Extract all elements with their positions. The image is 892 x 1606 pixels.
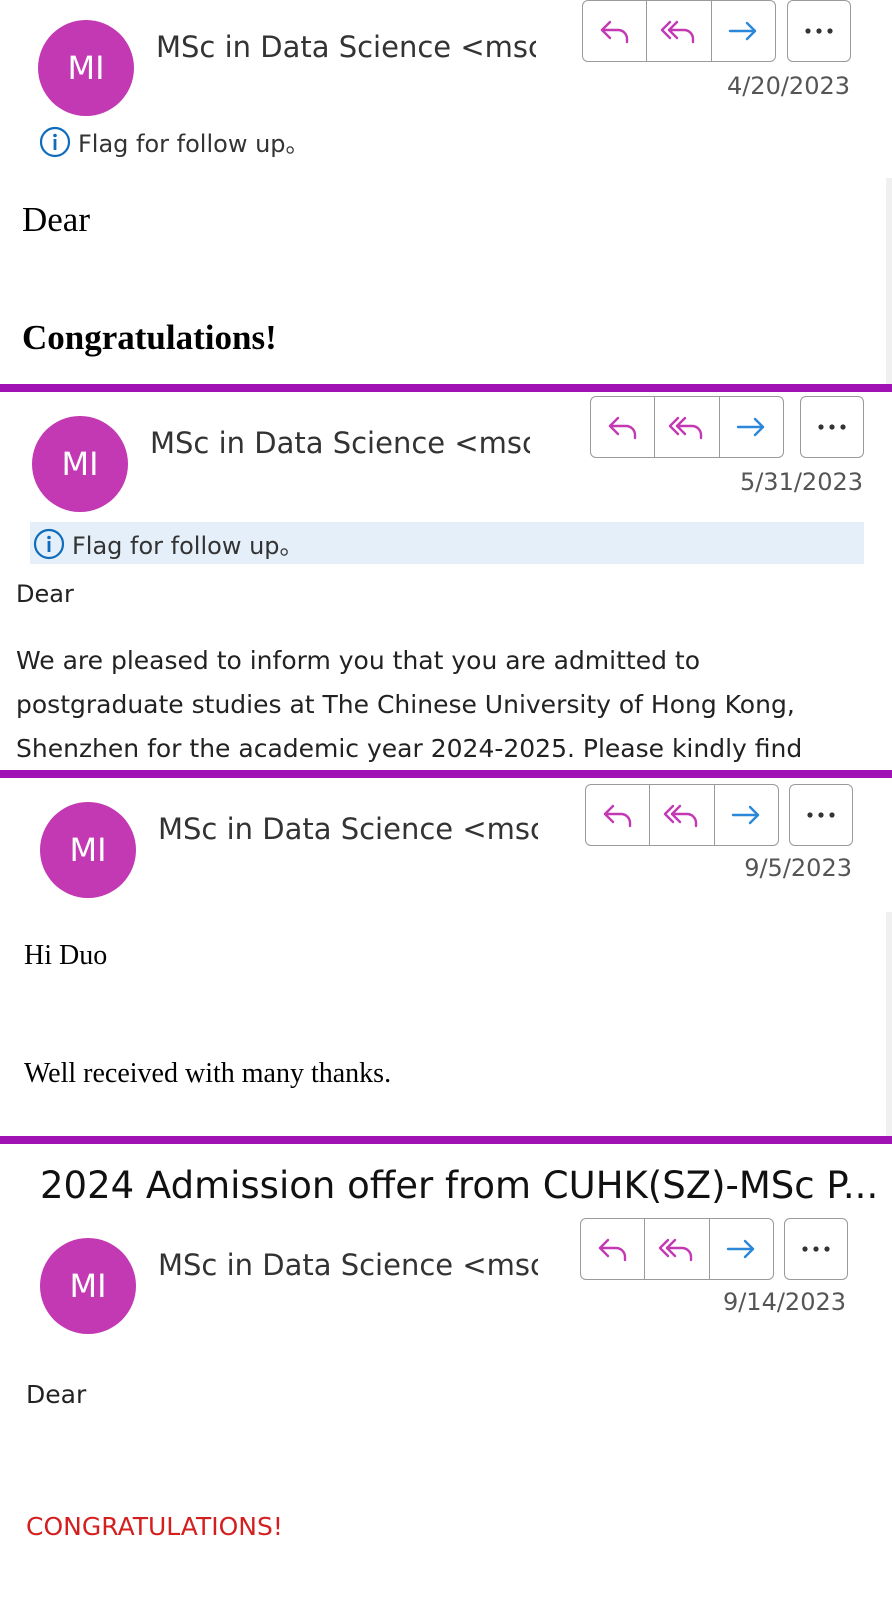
more-button[interactable] [789,784,853,846]
body-congratulations: Congratulations! [22,318,277,357]
reply-all-button[interactable] [645,1219,710,1279]
body-line-1: Well received with many thanks. [24,1058,392,1089]
scrollbar[interactable] [886,912,892,1136]
more-button[interactable] [800,396,864,458]
body-greeting: Dear [16,580,74,608]
divider [0,1136,892,1144]
body-congratulations: CONGRATULATIONS! [26,1512,283,1541]
reply-button[interactable] [581,1219,646,1279]
more-icon [802,1246,830,1252]
reply-icon [608,416,636,440]
info-icon [32,527,66,561]
reply-all-icon [668,416,703,440]
forward-button[interactable] [720,397,783,457]
reply-all-icon [663,804,698,828]
more-button[interactable] [784,1218,848,1280]
message-actions [590,396,784,458]
body-greeting: Hi Duo [24,940,108,971]
avatar[interactable]: MI [40,802,136,898]
avatar[interactable]: MI [38,20,134,116]
forward-icon [727,1239,755,1259]
body-line-3: Shenzhen for the academic year 2024-2025… [16,734,803,763]
divider [0,384,892,392]
reply-icon [598,1238,626,1262]
flag-text: Flag for follow up。 [78,130,310,158]
message-actions [580,1218,774,1280]
body-line-2: postgraduate studies at The Chinese Univ… [16,690,795,719]
body-line-1: We are pleased to inform you that you ar… [16,646,701,675]
info-icon [38,125,72,159]
reply-all-button[interactable] [655,397,720,457]
more-icon [805,28,833,34]
forward-button[interactable] [712,1,775,61]
email-panel-2: MI MSc in Data Science <msc 5/31/2023 Fl… [0,392,892,770]
scrollbar[interactable] [886,178,892,388]
reply-button[interactable] [586,785,651,845]
avatar[interactable]: MI [32,416,128,512]
reply-icon [600,20,628,44]
reply-all-button[interactable] [650,785,715,845]
email-date: 4/20/2023 [726,72,850,100]
sender-name[interactable]: MSc in Data Science <msc [150,426,530,460]
avatar[interactable]: MI [40,1238,136,1334]
forward-button[interactable] [710,1219,773,1279]
sender-name[interactable]: MSc in Data Science <msc [158,812,538,846]
more-icon [818,424,846,430]
email-panel-3: MI MSc in Data Science <msc 9/5/2023 Hi … [0,778,892,1136]
body-greeting: Dear [26,1380,87,1409]
email-date: 9/5/2023 [744,854,852,882]
reply-button[interactable] [583,1,648,61]
forward-icon [729,21,757,41]
forward-button[interactable] [715,785,778,845]
reply-icon [603,804,631,828]
email-panel-4: 2024 Admission offer from CUHK(SZ)-MSc P… [0,1144,892,1606]
email-date: 5/31/2023 [739,468,863,496]
sender-name[interactable]: MSc in Data Science <msc [158,1248,538,1282]
divider [0,770,892,778]
flag-notice[interactable]: Flag for follow up。 [32,526,304,561]
reply-all-icon [660,20,695,44]
email-date: 9/14/2023 [722,1288,846,1316]
email-subject: 2024 Admission offer from CUHK(SZ)-MSc P… [40,1164,879,1207]
flag-notice[interactable]: Flag for follow up。 [38,124,310,159]
reply-button[interactable] [591,397,656,457]
forward-icon [732,805,760,825]
flag-text: Flag for follow up。 [72,532,304,560]
body-greeting: Dear [22,200,91,239]
reply-all-button[interactable] [647,1,712,61]
more-button[interactable] [787,0,851,62]
forward-icon [737,417,765,437]
message-actions [585,784,779,846]
reply-all-icon [658,1238,693,1262]
sender-name[interactable]: MSc in Data Science <msc [156,30,536,64]
more-icon [807,812,835,818]
message-actions [582,0,776,62]
email-panel-1: MI MSc in Data Science <msc 4/20/2023 Fl… [0,0,892,388]
